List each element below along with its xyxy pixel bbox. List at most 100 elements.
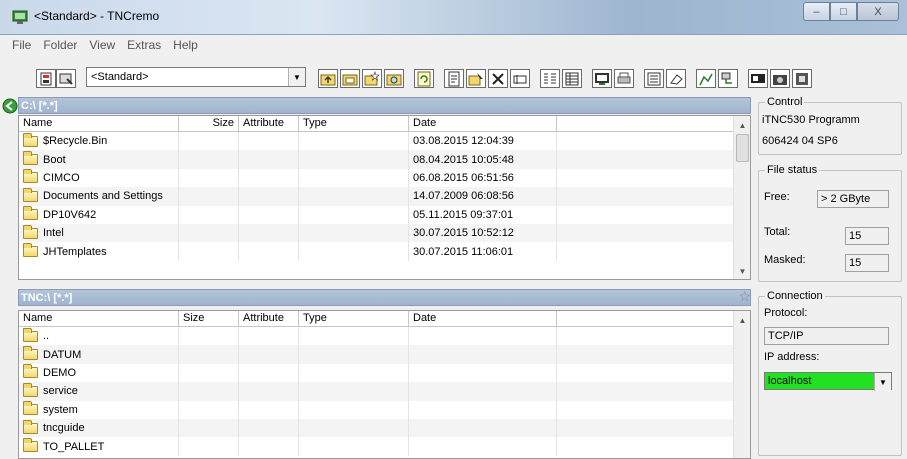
- table-row[interactable]: $Recycle.Bin 03.08.2015 12:04:39: [19, 132, 750, 151]
- cell-filler: [557, 187, 735, 205]
- table-row[interactable]: ..: [19, 327, 750, 346]
- connection-legend: Connection: [765, 290, 825, 302]
- table-row[interactable]: CIMCO 06.08.2015 06:51:56: [19, 168, 750, 188]
- tnc-scrollbar[interactable]: ▲: [733, 311, 750, 458]
- folder-icon: [23, 401, 38, 416]
- col-date[interactable]: Date: [409, 311, 557, 327]
- col-type[interactable]: Type: [299, 116, 409, 132]
- ip-address-select[interactable]: localhost ▼: [764, 372, 892, 391]
- delete-icon[interactable]: [488, 69, 508, 88]
- table-row[interactable]: DATUM: [19, 345, 750, 364]
- table-row[interactable]: DP10V642 05.11.2015 09:37:01: [19, 205, 750, 224]
- col-name[interactable]: Name: [19, 311, 179, 327]
- pc-path-bar[interactable]: C:\ [*.*]: [18, 97, 751, 114]
- cell-size: [179, 382, 239, 401]
- screen-icon[interactable]: [592, 69, 612, 88]
- eraser-icon[interactable]: [666, 69, 686, 88]
- cell-attr: [239, 363, 299, 383]
- ip-label: IP address:: [764, 351, 820, 363]
- file-name-cell: CIMCO: [19, 168, 179, 188]
- open-folder-icon[interactable]: [362, 69, 382, 88]
- menu-view[interactable]: View: [83, 38, 121, 52]
- table-row[interactable]: system: [19, 400, 750, 419]
- table-row[interactable]: Documents and Settings 14.07.2009 06:08:5…: [19, 187, 750, 206]
- scroll-up-arrow-icon[interactable]: ▲: [734, 118, 750, 133]
- chevron-down-icon[interactable]: ▼: [874, 373, 891, 391]
- cell-size: [179, 223, 239, 243]
- table-row[interactable]: tncguide: [19, 418, 750, 438]
- connection-icon[interactable]: [36, 69, 56, 88]
- profile-select[interactable]: <Standard> ▼: [86, 67, 306, 87]
- col-date[interactable]: Date: [409, 116, 557, 132]
- camera-icon[interactable]: [770, 69, 790, 88]
- cell-size: [179, 418, 239, 438]
- cell-size: [179, 437, 239, 456]
- cell-type: [299, 242, 409, 261]
- chevron-down-icon[interactable]: ▼: [288, 68, 305, 86]
- cell-type: [299, 400, 409, 419]
- scroll-up-arrow-icon[interactable]: ▲: [734, 313, 750, 328]
- col-size[interactable]: Size: [179, 116, 239, 132]
- cell-size: [179, 187, 239, 206]
- edit-file-icon[interactable]: [444, 69, 464, 88]
- explorer-icon[interactable]: [644, 69, 664, 88]
- menu-help[interactable]: Help: [167, 38, 204, 52]
- scroll-thumb[interactable]: [736, 134, 749, 162]
- file-name: TO_PALLET: [43, 440, 105, 453]
- cell-date: [409, 437, 557, 456]
- col-attribute[interactable]: Attribute: [239, 116, 299, 132]
- table-row[interactable]: DEMO: [19, 363, 750, 383]
- machine-icon[interactable]: [792, 69, 812, 88]
- file-name-cell: Intel: [19, 223, 179, 243]
- free-value: > 2 GByte: [817, 190, 889, 208]
- folder-up-icon[interactable]: [318, 69, 338, 88]
- scroll-down-arrow-icon[interactable]: ▼: [734, 264, 750, 279]
- tncremo-app-icon[interactable]: [12, 9, 28, 25]
- refresh-icon[interactable]: [414, 69, 434, 88]
- settings-icon[interactable]: [56, 69, 76, 88]
- tnc-file-list[interactable]: Name Size Attribute Type Date .. DATUM DEM…: [18, 310, 751, 459]
- table-row[interactable]: Boot 08.04.2015 10:05:48: [19, 150, 750, 169]
- table-row[interactable]: service: [19, 382, 750, 401]
- window-title: <Standard> - TNCremo: [34, 9, 160, 23]
- col-attribute[interactable]: Attribute: [239, 311, 299, 327]
- file-status-legend: File status: [765, 164, 820, 176]
- cell-size: [179, 345, 239, 364]
- search-icon[interactable]: [384, 69, 404, 88]
- star-icon[interactable]: ☆: [738, 288, 751, 305]
- tnc-path-bar[interactable]: TNC:\ [*.*] ☆: [18, 288, 751, 306]
- menu-folder[interactable]: Folder: [37, 38, 83, 52]
- menu-extras[interactable]: Extras: [121, 38, 167, 52]
- print-icon[interactable]: [614, 69, 634, 88]
- cell-filler: [557, 437, 735, 455]
- back-icon[interactable]: [2, 98, 18, 114]
- file-name: system: [43, 403, 78, 416]
- close-button[interactable]: X: [857, 2, 899, 21]
- copy-icon[interactable]: [466, 69, 486, 88]
- pc-scrollbar[interactable]: ▲ ▼: [733, 116, 750, 279]
- maximize-button[interactable]: □: [830, 2, 857, 21]
- col-name[interactable]: Name: [19, 116, 179, 132]
- pc-file-list[interactable]: Name Size Attribute Type Date $Recycle.B…: [18, 115, 751, 280]
- menu-file[interactable]: File: [6, 38, 37, 52]
- rename-icon[interactable]: [510, 69, 530, 88]
- new-folder-icon[interactable]: [340, 69, 360, 88]
- table-row[interactable]: TO_PALLET: [19, 437, 750, 456]
- minimize-button[interactable]: –: [803, 2, 830, 21]
- total-value: 15: [845, 227, 889, 245]
- col-type[interactable]: Type: [299, 311, 409, 327]
- col-filler: [557, 116, 735, 132]
- table-row[interactable]: JHTemplates 30.07.2015 11:06:01: [19, 242, 750, 261]
- chart-icon[interactable]: [696, 69, 716, 88]
- file-name-cell: service: [19, 382, 179, 401]
- detail-view-icon[interactable]: [562, 69, 582, 88]
- monitor-icon[interactable]: [748, 69, 768, 88]
- table-row[interactable]: Intel 30.07.2015 10:52:12: [19, 223, 750, 243]
- cell-filler: [557, 382, 735, 400]
- cell-type: [299, 132, 409, 151]
- network-icon[interactable]: [718, 69, 738, 88]
- col-size[interactable]: Size: [179, 311, 239, 327]
- cell-date: 06.08.2015 06:51:56: [409, 168, 557, 188]
- file-name: DP10V642: [43, 208, 97, 221]
- list-view-icon[interactable]: [540, 69, 560, 88]
